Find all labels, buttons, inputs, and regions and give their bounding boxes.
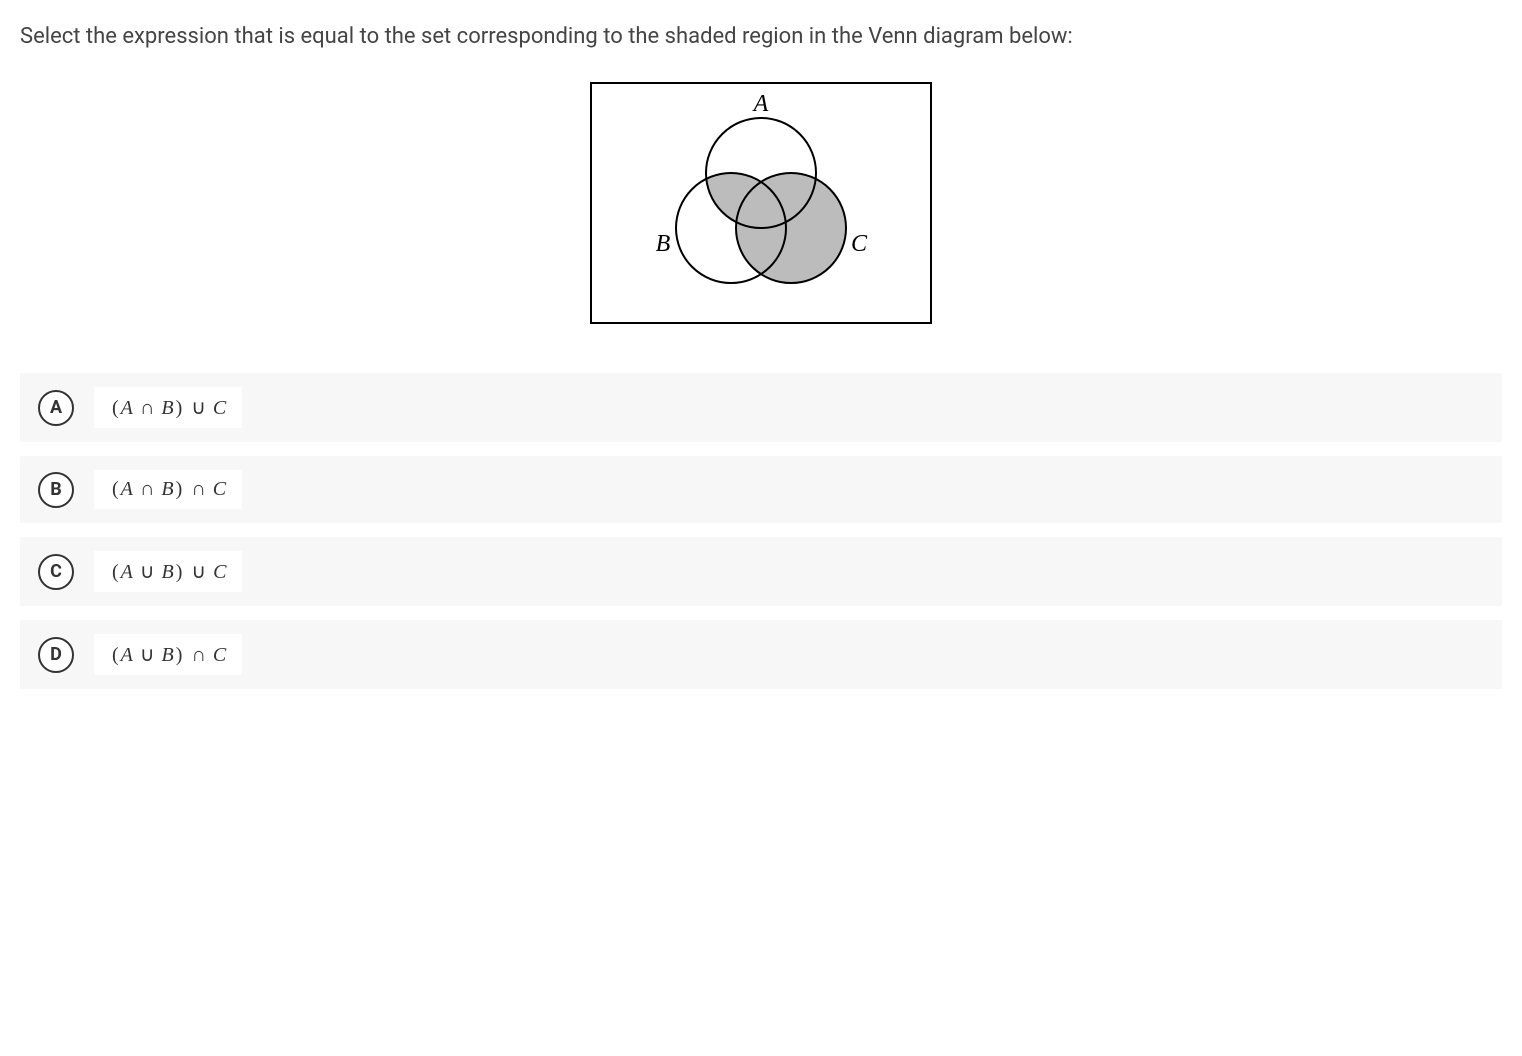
option-expression: (A ∩ B) ∪ C [94,387,242,428]
option-d[interactable]: D (A ∪ B) ∩ C [20,620,1502,689]
option-b[interactable]: B (A ∩ B) ∩ C [20,456,1502,523]
option-c[interactable]: C (A ∪ B) ∪ C [20,537,1502,606]
venn-diagram: A B C [581,73,941,333]
venn-diagram-container: A B C [20,73,1502,333]
label-b: B [656,231,671,257]
option-expression: (A ∩ B) ∩ C [94,470,242,509]
option-letter-badge: B [38,472,74,508]
option-expression: (A ∪ B) ∪ C [94,551,242,592]
option-letter-badge: A [38,390,74,426]
options-list: A (A ∩ B) ∪ C B (A ∩ B) ∩ C C (A ∪ B) ∪ … [20,373,1502,689]
option-letter-badge: C [38,554,74,590]
label-a: A [752,91,769,117]
option-letter-badge: D [38,637,74,673]
question-text: Select the expression that is equal to t… [20,20,1502,53]
option-a[interactable]: A (A ∩ B) ∪ C [20,373,1502,442]
label-c: C [851,231,868,257]
option-expression: (A ∪ B) ∩ C [94,634,242,675]
